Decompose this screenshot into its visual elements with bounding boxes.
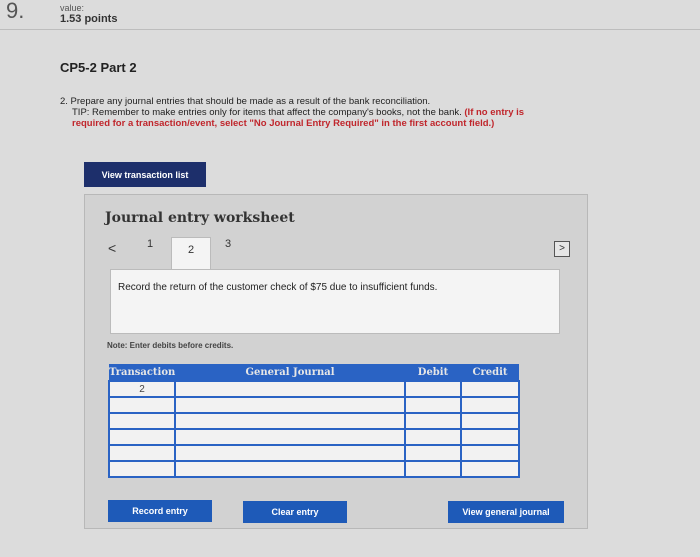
credit-input[interactable]: [460, 412, 520, 430]
value-label: value:: [60, 3, 85, 13]
account-input[interactable]: [174, 412, 406, 430]
debit-input[interactable]: [404, 460, 462, 478]
transaction-cell: [108, 460, 176, 478]
account-input[interactable]: [174, 428, 406, 446]
header-credit: Credit: [461, 364, 519, 381]
table-header-row: Transaction General Journal Debit Credit: [109, 364, 519, 381]
credit-input[interactable]: [460, 444, 520, 462]
tab-2-active[interactable]: 2: [171, 237, 211, 271]
account-input[interactable]: [174, 396, 406, 414]
transaction-cell: [108, 396, 176, 414]
points: 1.53 points: [60, 13, 118, 25]
credit-input[interactable]: [460, 396, 520, 414]
clear-entry-button[interactable]: Clear entry: [243, 501, 347, 523]
table-row: [108, 444, 520, 462]
account-input[interactable]: [174, 444, 406, 462]
question-number: 9.: [6, 0, 25, 23]
debit-input[interactable]: [404, 380, 462, 398]
instructions: 2. Prepare any journal entries that shou…: [60, 96, 540, 129]
table-row: 2: [108, 380, 520, 398]
instruction-tip-text: TIP: Remember to make entries only for i…: [72, 107, 462, 118]
debit-input[interactable]: [404, 428, 462, 446]
transaction-cell: [108, 444, 176, 462]
transaction-cell: [108, 412, 176, 430]
record-entry-button[interactable]: Record entry: [108, 500, 212, 522]
part-title: CP5-2 Part 2: [60, 60, 137, 75]
table-row: [108, 396, 520, 414]
tab-1[interactable]: 1: [140, 238, 160, 250]
transaction-cell: 2: [108, 380, 176, 398]
prev-arrow-icon[interactable]: <: [108, 240, 116, 256]
credit-input[interactable]: [460, 428, 520, 446]
table-row: [108, 412, 520, 430]
journal-table: Transaction General Journal Debit Credit…: [108, 364, 520, 478]
transaction-cell: [108, 428, 176, 446]
credit-input[interactable]: [460, 460, 520, 478]
worksheet-title: Journal entry worksheet: [105, 210, 295, 226]
credit-input[interactable]: [460, 380, 520, 398]
record-description: Record the return of the customer check …: [118, 282, 438, 293]
debit-input[interactable]: [404, 412, 462, 430]
header-debit: Debit: [405, 364, 461, 381]
tab-3[interactable]: 3: [218, 238, 238, 250]
header-general-journal: General Journal: [175, 364, 405, 381]
table-row: [108, 428, 520, 446]
debit-input[interactable]: [404, 444, 462, 462]
header-transaction: Transaction: [109, 364, 175, 381]
account-input[interactable]: [174, 380, 406, 398]
divider: [0, 29, 700, 30]
next-arrow-icon[interactable]: >: [554, 241, 570, 257]
record-description-box: [110, 269, 560, 334]
account-input[interactable]: [174, 460, 406, 478]
instruction-tip: TIP: Remember to make entries only for i…: [72, 107, 540, 129]
instruction-main: 2. Prepare any journal entries that shou…: [60, 96, 431, 107]
debit-input[interactable]: [404, 396, 462, 414]
table-row: [108, 460, 520, 478]
note-text: Note: Enter debits before credits.: [107, 341, 234, 350]
view-transaction-list-button[interactable]: View transaction list: [84, 162, 206, 187]
view-general-journal-button[interactable]: View general journal: [448, 501, 564, 523]
